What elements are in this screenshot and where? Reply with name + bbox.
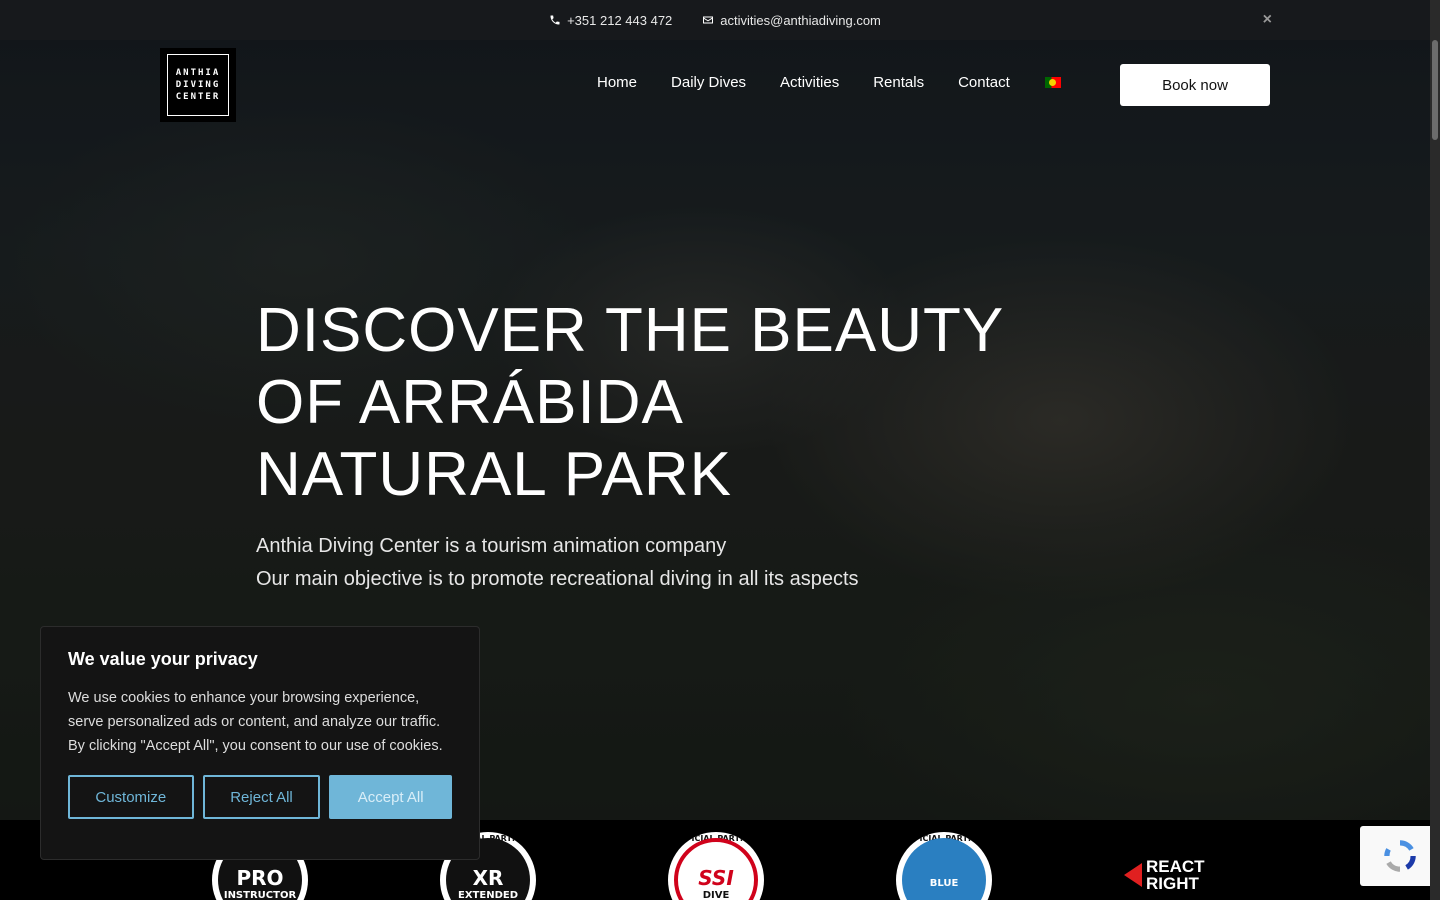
hero-title-line: OF ARRÁBIDA [256, 368, 684, 437]
email-link[interactable]: activities@anthiadiving.com [702, 13, 881, 28]
react-right-line: REACT [1146, 857, 1205, 876]
hero-title: DISCOVER THE BEAUTY OF ARRÁBIDA NATURAL … [256, 295, 1056, 511]
badge-low-text: BLUE [929, 877, 959, 889]
badge-mid-text: XR [472, 865, 504, 890]
pt-flag-icon[interactable] [1044, 77, 1061, 88]
reject-all-button[interactable]: Reject All [202, 775, 321, 819]
logo-frame: ANTHIA DIVING CENTER [167, 54, 229, 116]
hero-subtitle: Anthia Diving Center is a tourism animat… [256, 530, 859, 596]
react-right-logo: REACT RIGHT [1124, 858, 1205, 892]
logo-line: DIVING [175, 79, 221, 90]
badge-mid-text: PRO [236, 865, 284, 890]
envelope-icon [703, 16, 714, 24]
phone-icon [550, 15, 560, 25]
blue-partner-badge: OFFICIAL PARTNER BLUE [896, 832, 992, 900]
badge-low-text: DIVE [702, 889, 730, 900]
customize-button[interactable]: Customize [68, 775, 194, 819]
badge-mid-text: SSI [698, 865, 734, 890]
close-icon[interactable]: × [1263, 11, 1272, 29]
main-nav: Home Daily Dives Activities Rentals Cont… [580, 74, 1061, 91]
site-logo[interactable]: ANTHIA DIVING CENTER [160, 48, 236, 122]
nav-item-activities[interactable]: Activities [780, 74, 839, 91]
react-right-icon [1124, 863, 1142, 887]
cookie-consent-dialog: We value your privacy We use cookies to … [40, 626, 480, 860]
cookie-title: We value your privacy [68, 649, 258, 669]
recaptcha-badge[interactable] [1360, 826, 1440, 886]
hero-title-line: NATURAL PARK [256, 440, 732, 509]
book-now-button[interactable]: Book now [1120, 64, 1270, 106]
ssi-dive-badge: OFFICIAL PARTNER SSI DIVE [668, 832, 764, 900]
email-address: activities@anthiadiving.com [720, 12, 881, 28]
cookie-actions: Customize Reject All Accept All [68, 775, 452, 819]
phone-link[interactable]: +351 212 443 472 [549, 13, 672, 28]
phone-number: +351 212 443 472 [567, 12, 673, 28]
nav-item-daily-dives[interactable]: Daily Dives [671, 74, 746, 91]
top-contact-bar: +351 212 443 472 activities@anthiadiving… [0, 0, 1430, 40]
badge-face: BLUE [902, 838, 986, 900]
nav-item-rentals[interactable]: Rentals [873, 74, 924, 91]
page-scrollbar[interactable] [1430, 0, 1440, 900]
scrollbar-thumb[interactable] [1432, 40, 1438, 140]
hero-title-line: DISCOVER THE BEAUTY [256, 296, 1005, 365]
badge-face: SSI DIVE [674, 838, 758, 900]
nav-item-contact[interactable]: Contact [958, 74, 1010, 91]
badge-low-text: INSTRUCTOR [223, 889, 297, 900]
logo-line: CENTER [175, 91, 221, 102]
nav-item-home[interactable]: Home [597, 74, 637, 91]
cookie-body: We use cookies to enhance your browsing … [68, 690, 443, 754]
badge-low-text: EXTENDED [458, 889, 518, 900]
react-right-text: REACT RIGHT [1146, 858, 1205, 892]
accept-all-button[interactable]: Accept All [329, 775, 452, 819]
recaptcha-icon [1384, 840, 1416, 872]
hero-subtitle-line: Our main objective is to promote recreat… [256, 568, 859, 590]
hero-subtitle-line: Anthia Diving Center is a tourism animat… [256, 535, 727, 557]
logo-line: ANTHIA [175, 67, 221, 78]
react-right-line: RIGHT [1146, 874, 1199, 893]
